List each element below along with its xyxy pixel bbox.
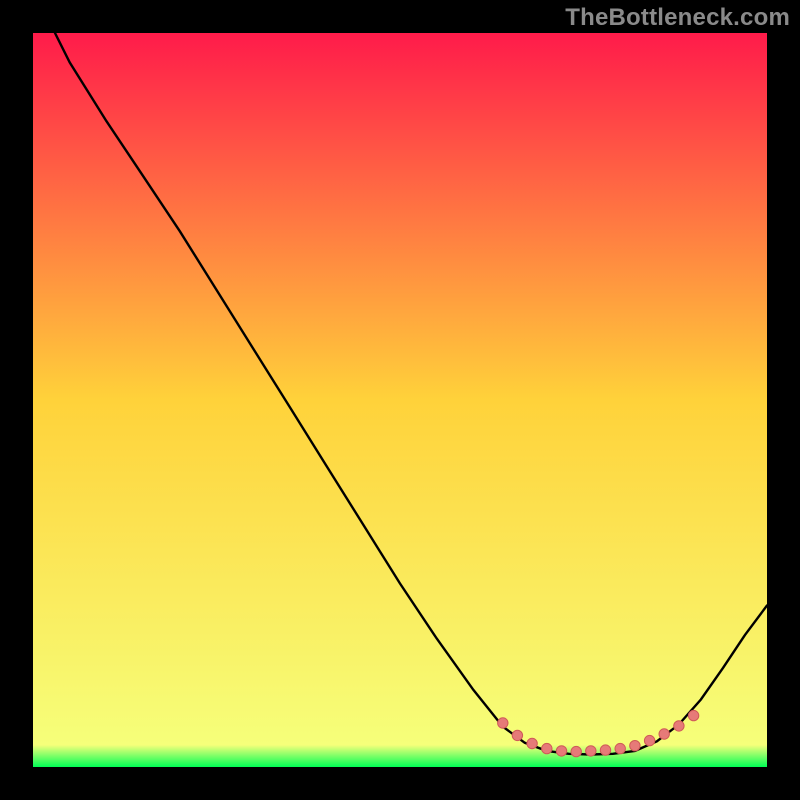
curve-marker <box>674 721 684 731</box>
curve-marker <box>600 745 610 755</box>
curve-marker <box>542 743 552 753</box>
plot-area <box>33 33 767 767</box>
curve-marker <box>556 746 566 756</box>
gradient-background <box>33 33 767 767</box>
curve-marker <box>498 718 508 728</box>
curve-marker <box>644 735 654 745</box>
curve-marker <box>659 729 669 739</box>
curve-marker <box>615 743 625 753</box>
curve-marker <box>571 746 581 756</box>
chart-svg <box>33 33 767 767</box>
curve-marker <box>630 741 640 751</box>
watermark-text: TheBottleneck.com <box>565 4 790 32</box>
curve-marker <box>512 730 522 740</box>
curve-marker <box>586 746 596 756</box>
chart-container: { "watermark": "TheBottleneck.com", "col… <box>0 0 800 800</box>
curve-marker <box>688 710 698 720</box>
curve-marker <box>527 738 537 748</box>
